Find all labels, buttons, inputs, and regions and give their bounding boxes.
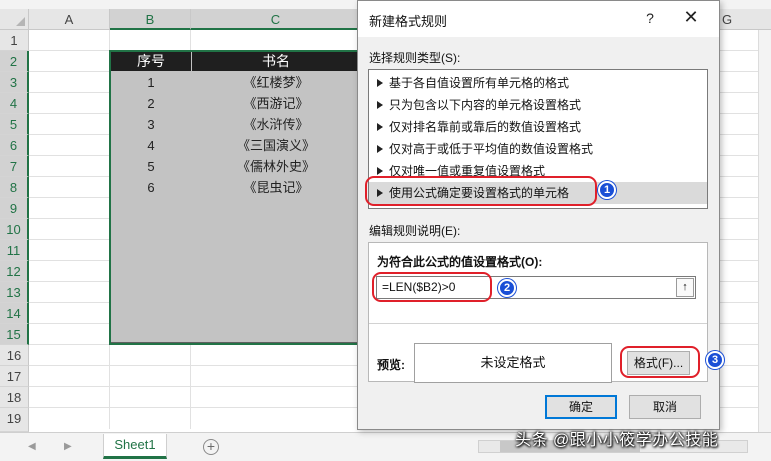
cell-title[interactable]: 《昆虫记》 (192, 177, 360, 198)
close-icon[interactable]: ✕ (680, 7, 702, 29)
table-header-number[interactable]: 序号 (111, 52, 191, 71)
dialog-title: 新建格式规则 (369, 14, 448, 29)
row-header-13[interactable]: 13 (0, 282, 29, 303)
cell-number[interactable]: 2 (111, 93, 191, 114)
rule-type-item[interactable]: 基于各自值设置所有单元格的格式 (369, 72, 707, 94)
step-badge-1: 1 (598, 181, 616, 199)
collapse-dialog-icon[interactable]: ↑ (676, 278, 694, 297)
cell-title[interactable]: 《三国演义》 (192, 135, 360, 156)
row-header-1[interactable]: 1 (0, 30, 29, 51)
preview-label: 预览: (377, 358, 405, 372)
column-header-next[interactable] (746, 9, 771, 30)
divider (369, 323, 707, 324)
row-header-7[interactable]: 7 (0, 156, 29, 177)
sheet-tab-sheet1[interactable]: Sheet1 (103, 434, 167, 459)
rule-type-label: 只为包含以下内容的单元格设置格式 (389, 98, 582, 112)
arrow-right-icon (377, 122, 383, 131)
table-header-title[interactable]: 书名 (192, 52, 360, 71)
rule-type-item[interactable]: 仅对高于或低于平均值的数值设置格式 (369, 138, 707, 160)
column-header-c[interactable]: C (191, 9, 361, 30)
format-button[interactable]: 格式(F)... (627, 351, 690, 375)
select-all-corner[interactable] (0, 9, 29, 30)
row-header-12[interactable]: 12 (0, 261, 29, 282)
row-header-4[interactable]: 4 (0, 93, 29, 114)
row-header-10[interactable]: 10 (0, 219, 29, 240)
rule-type-label: 仅对高于或低于平均值的数值设置格式 (389, 142, 594, 156)
row-header-3[interactable]: 3 (0, 72, 29, 93)
step-badge-2: 2 (498, 279, 516, 297)
arrow-right-icon (377, 100, 383, 109)
row-header-2[interactable]: 2 (0, 51, 29, 72)
cell-title[interactable]: 《西游记》 (192, 93, 360, 114)
add-sheet-icon[interactable]: + (203, 439, 219, 455)
select-rule-type-label: 选择规则类型(S): (369, 51, 461, 65)
rule-type-item[interactable]: 仅对排名靠前或靠后的数值设置格式 (369, 116, 707, 138)
rule-type-item[interactable]: 仅对唯一值或重复值设置格式 (369, 160, 707, 182)
row-header-11[interactable]: 11 (0, 240, 29, 261)
formula-label: 为符合此公式的值设置格式(O): (377, 255, 543, 269)
row-header-19[interactable]: 19 (0, 408, 29, 432)
row-header-5[interactable]: 5 (0, 114, 29, 135)
row-header-15[interactable]: 15 (0, 324, 29, 345)
cancel-button[interactable]: 取消 (629, 395, 701, 419)
ok-button[interactable]: 确定 (545, 395, 617, 419)
cell-title[interactable]: 《儒林外史》 (192, 156, 360, 177)
row-header-14[interactable]: 14 (0, 303, 29, 324)
arrow-right-icon (377, 78, 383, 87)
rule-type-item-selected[interactable]: 使用公式确定要设置格式的单元格 (369, 182, 707, 204)
rule-type-label: 仅对唯一值或重复值设置格式 (389, 164, 546, 178)
arrow-right-icon (377, 166, 383, 175)
row-header-17[interactable]: 17 (0, 366, 29, 387)
row-header-9[interactable]: 9 (0, 198, 29, 219)
rule-type-label: 基于各自值设置所有单元格的格式 (389, 76, 570, 90)
preview-box: 未设定格式 (414, 343, 612, 383)
watermark: 头条 @跟小小筱学办公技能 (515, 432, 719, 449)
cell-number[interactable]: 3 (111, 114, 191, 135)
arrow-right-icon (377, 188, 383, 197)
rule-type-item[interactable]: 只为包含以下内容的单元格设置格式 (369, 94, 707, 116)
cell-number[interactable]: 6 (111, 177, 191, 198)
formula-input[interactable]: =LEN($B2)>0 (376, 276, 696, 299)
tab-scroll-left-icon[interactable]: ◀ (28, 441, 36, 452)
cell-title[interactable]: 《水浒传》 (192, 114, 360, 135)
tab-scroll-right-icon[interactable]: ▶ (64, 441, 72, 452)
cell-number[interactable]: 5 (111, 156, 191, 177)
row-header-18[interactable]: 18 (0, 387, 29, 408)
arrow-right-icon (377, 144, 383, 153)
rule-type-label: 使用公式确定要设置格式的单元格 (389, 186, 570, 200)
dialog-titlebar[interactable]: 新建格式规则 ? ✕ (358, 1, 719, 37)
cell-number[interactable]: 1 (111, 72, 191, 93)
vertical-scrollbar[interactable] (758, 30, 771, 432)
step-badge-3: 3 (706, 351, 724, 369)
edit-rule-description-label: 编辑规则说明(E): (369, 224, 461, 238)
column-header-b[interactable]: B (110, 9, 191, 30)
cell-number[interactable]: 4 (111, 135, 191, 156)
select-all-triangle-icon (16, 17, 25, 26)
cell-title[interactable]: 《红楼梦》 (192, 72, 360, 93)
rule-type-label: 仅对排名靠前或靠后的数值设置格式 (389, 120, 582, 134)
help-icon[interactable]: ? (640, 8, 660, 28)
row-header-6[interactable]: 6 (0, 135, 29, 156)
new-formatting-rule-dialog: 新建格式规则 ? ✕ 选择规则类型(S): 基于各自值设置所有单元格的格式 只为… (357, 0, 720, 430)
row-header-16[interactable]: 16 (0, 345, 29, 366)
row-header-8[interactable]: 8 (0, 177, 29, 198)
column-header-a[interactable]: A (29, 9, 110, 30)
rule-type-list[interactable]: 基于各自值设置所有单元格的格式 只为包含以下内容的单元格设置格式 仅对排名靠前或… (368, 69, 708, 209)
